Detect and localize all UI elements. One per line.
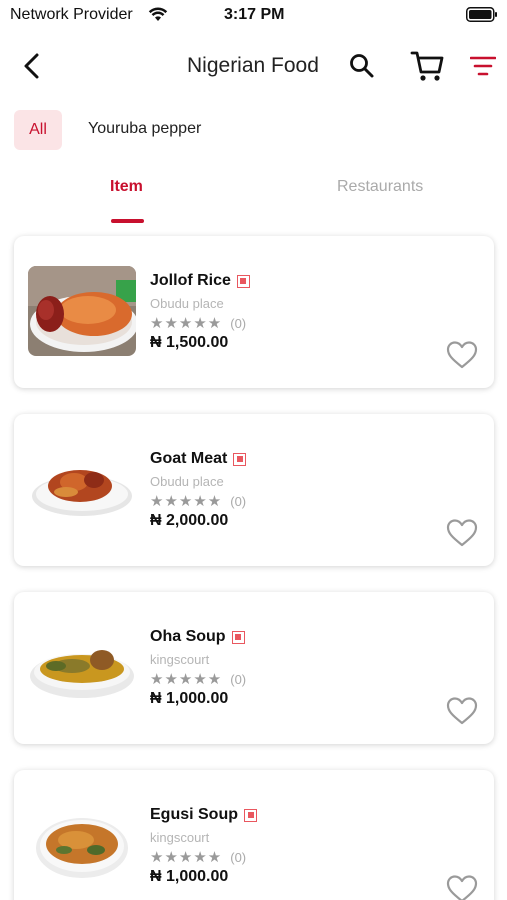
- food-type-icon: [244, 808, 257, 822]
- page-title: Nigerian Food: [187, 54, 319, 77]
- filter-icon[interactable]: [470, 54, 496, 78]
- cart-icon[interactable]: [410, 48, 446, 84]
- tab-item[interactable]: Item: [110, 178, 143, 196]
- restaurant-name: kingscourt: [150, 830, 210, 845]
- item-price: ₦ 2,000.00: [150, 512, 229, 529]
- star-rating-icon: ★★★★★: [150, 671, 223, 688]
- heart-icon[interactable]: [446, 874, 478, 900]
- food-card-egusi-soup[interactable]: Egusi Soup kingscourt ★★★★★ (0) ₦ 1,000.…: [14, 770, 494, 900]
- food-card-jollof-rice[interactable]: Jollof Rice Obudu place ★★★★★ (0) ₦ 1,50…: [14, 236, 494, 388]
- chip-all[interactable]: All: [14, 110, 62, 150]
- restaurant-name: kingscourt: [150, 652, 210, 667]
- rating-row: ★★★★★ (0): [150, 492, 246, 510]
- rating-count: (0): [230, 671, 247, 687]
- food-type-icon: [233, 452, 247, 466]
- food-type-icon: [236, 274, 250, 288]
- search-icon[interactable]: [348, 52, 376, 80]
- item-name-row: Goat Meat: [150, 450, 247, 468]
- item-name-row: Jollof Rice: [150, 272, 250, 290]
- item-name-row: Egusi Soup: [150, 806, 257, 824]
- header: Nigerian Food: [0, 40, 507, 96]
- food-card-oha-soup[interactable]: Oha Soup kingscourt ★★★★★ (0) ₦ 1,000.00: [14, 592, 494, 744]
- item-name: Egusi Soup: [150, 806, 238, 823]
- rating-row: ★★★★★ (0): [150, 314, 246, 332]
- item-name: Jollof Rice: [150, 272, 231, 289]
- oha-soup-image: [28, 622, 136, 712]
- rating-row: ★★★★★ (0): [150, 670, 246, 688]
- carrier-name: Network Provider: [10, 6, 133, 23]
- heart-icon[interactable]: [446, 696, 478, 726]
- wifi-icon: [148, 7, 168, 21]
- goat-meat-image: [28, 444, 136, 534]
- item-price: ₦ 1,500.00: [150, 334, 229, 351]
- food-type-icon: [231, 630, 245, 644]
- restaurant-name: Obudu place: [150, 296, 224, 311]
- star-rating-icon: ★★★★★: [150, 493, 223, 510]
- heart-icon[interactable]: [446, 340, 478, 370]
- battery-icon: [466, 7, 497, 22]
- star-rating-icon: ★★★★★: [150, 315, 223, 332]
- tab-restaurants[interactable]: Restaurants: [337, 178, 423, 196]
- item-name: Goat Meat: [150, 450, 228, 467]
- rating-count: (0): [230, 315, 247, 331]
- rating-count: (0): [230, 849, 247, 865]
- egusi-soup-image: [28, 800, 136, 890]
- back-arrow-icon[interactable]: [18, 50, 46, 82]
- restaurant-name: Obudu place: [150, 474, 224, 489]
- item-name: Oha Soup: [150, 628, 226, 645]
- item-price: ₦ 1,000.00: [150, 868, 229, 885]
- heart-icon[interactable]: [446, 518, 478, 548]
- food-card-goat-meat[interactable]: Goat Meat Obudu place ★★★★★ (0) ₦ 2,000.…: [14, 414, 494, 566]
- rating-count: (0): [230, 493, 247, 509]
- item-price: ₦ 1,000.00: [150, 690, 229, 707]
- clock: 3:17 PM: [224, 6, 285, 23]
- rating-row: ★★★★★ (0): [150, 848, 246, 866]
- jollof-rice-image: [28, 266, 136, 356]
- active-tab-indicator: [111, 219, 144, 223]
- status-bar: Network Provider 3:17 PM: [0, 0, 507, 30]
- star-rating-icon: ★★★★★: [150, 849, 223, 866]
- item-name-row: Oha Soup: [150, 628, 245, 646]
- chip-youruba-pepper[interactable]: Youruba pepper: [88, 120, 201, 138]
